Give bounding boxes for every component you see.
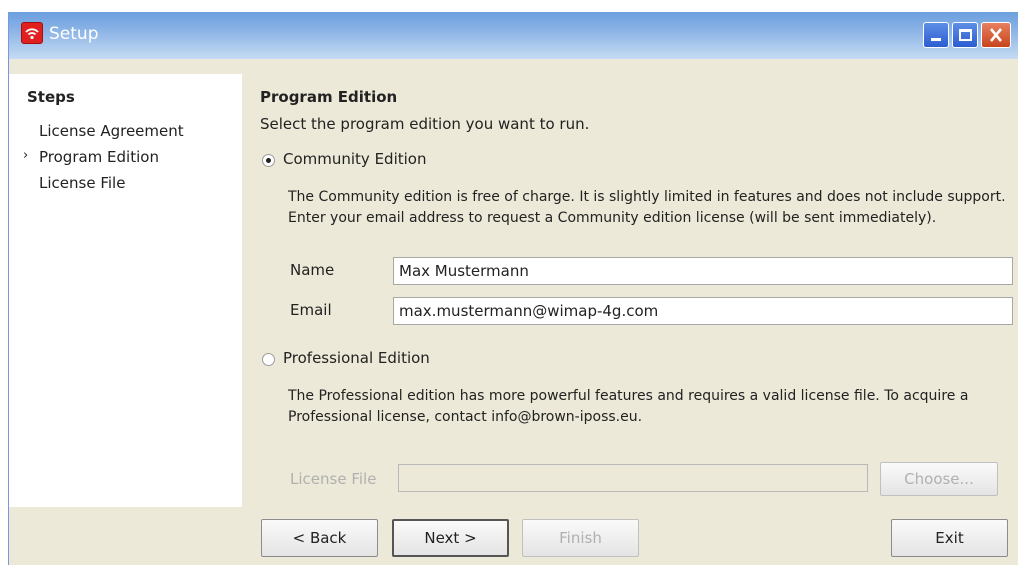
step-label: Program Edition [39,148,159,166]
license-file-field[interactable] [398,464,868,492]
setup-window: Setup Steps License Agreement › Program … [8,12,1018,565]
choose-button[interactable]: Choose... [880,462,998,496]
title-bar: Setup [9,12,1018,59]
exit-button[interactable]: Exit [891,519,1008,557]
professional-edition-label[interactable]: Professional Edition [283,349,430,367]
professional-description: The Professional edition has more powerf… [288,388,969,425]
page-title: Program Edition [260,88,398,106]
email-field[interactable]: max.mustermann@wimap-4g.com [393,297,1013,325]
next-button[interactable]: Next > [392,519,509,557]
name-field[interactable]: Max Mustermann [393,257,1013,285]
steps-title: Steps [27,88,75,106]
step-label: License File [39,174,126,192]
step-license-file: License File [39,174,125,192]
email-label: Email [290,301,332,319]
close-button[interactable] [981,22,1011,48]
professional-edition-radio[interactable] [262,353,275,366]
close-icon [990,28,1002,42]
step-program-edition: › Program Edition [23,148,159,166]
main-panel: Program Edition Select the program editi… [243,74,1018,507]
window-title: Setup [49,24,99,44]
license-file-label: License File [290,470,377,488]
community-edition-radio[interactable] [262,154,275,167]
wifi-icon [21,22,43,44]
community-edition-label[interactable]: Community Edition [283,150,426,168]
current-step-arrow-icon: › [23,148,29,163]
step-label: License Agreement [39,122,184,140]
minimize-icon [931,38,941,41]
maximize-button[interactable] [952,22,978,48]
maximize-icon [959,29,972,41]
instruction-text: Select the program edition you want to r… [260,115,590,133]
back-button[interactable]: < Back [261,519,378,557]
steps-sidebar: Steps License Agreement › Program Editio… [9,74,242,507]
minimize-button[interactable] [923,22,949,48]
finish-button[interactable]: Finish [522,519,639,557]
community-description: The Community edition is free of charge.… [288,189,1006,226]
name-label: Name [290,261,335,279]
step-license-agreement: License Agreement [39,122,184,140]
